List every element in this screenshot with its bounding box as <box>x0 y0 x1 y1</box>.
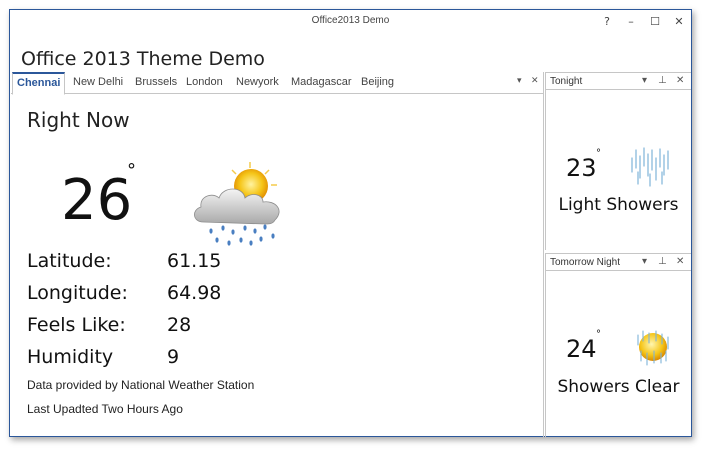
tonight-panel-header[interactable]: Tonight ▾ ⊥ ✕ <box>546 72 691 90</box>
tab-brussels[interactable]: Brussels <box>131 72 181 94</box>
dropdown-icon[interactable]: ▾ <box>642 75 647 86</box>
title-bar[interactable]: Office2013 Demo ? – ☐ ✕ <box>10 10 691 34</box>
feels-like-value: 28 <box>167 314 192 336</box>
pin-icon[interactable]: ⊥ <box>658 75 667 86</box>
maximize-button[interactable]: ☐ <box>647 14 663 30</box>
tomorrow-night-panel-title: Tomorrow Night <box>550 257 621 268</box>
tonight-condition: Light Showers <box>558 195 679 215</box>
document-panel: Chennai New Delhi Brussels London Newyor… <box>11 72 544 437</box>
degree-symbol: ° <box>127 160 136 181</box>
longitude-value: 64.98 <box>167 282 222 304</box>
tomorrow-night-panel-header[interactable]: Tomorrow Night ▾ ⊥ ✕ <box>546 253 691 271</box>
longitude-label: Longitude: <box>27 282 128 304</box>
tab-strip: Chennai New Delhi Brussels London Newyor… <box>11 72 543 95</box>
degree-symbol: ° <box>596 329 601 340</box>
current-temperature: 26 <box>61 168 133 233</box>
section-title: Right Now <box>27 108 130 132</box>
humidity-value: 9 <box>167 346 180 368</box>
data-source-text: Data provided by National Weather Statio… <box>27 378 255 392</box>
app-window: Office2013 Demo ? – ☐ ✕ Office 2013 Them… <box>9 9 692 437</box>
humidity-label: Humidity <box>27 346 114 368</box>
showers-clear-icon <box>632 327 674 374</box>
dropdown-icon[interactable]: ▾ <box>642 256 647 267</box>
window-title: Office2013 Demo <box>311 15 390 26</box>
tab-new-delhi[interactable]: New Delhi <box>69 72 127 94</box>
tonight-temperature: 23 <box>566 154 597 182</box>
tab-chennai[interactable]: Chennai <box>12 72 66 95</box>
close-icon[interactable]: ✕ <box>676 75 684 86</box>
light-showers-icon <box>629 146 673 195</box>
feels-like-label: Feels Like: <box>27 314 126 336</box>
tomorrow-night-panel: Tomorrow Night ▾ ⊥ ✕ 24 ° Showers Clear <box>545 253 691 437</box>
tab-close-icon[interactable]: ✕ <box>531 76 539 86</box>
app-title: Office 2013 Theme Demo <box>21 48 265 70</box>
degree-symbol: ° <box>596 148 601 159</box>
tonight-panel: Tonight ▾ ⊥ ✕ 23 ° Light Showers <box>545 72 691 250</box>
minimize-button[interactable]: – <box>623 14 639 30</box>
tab-madagascar[interactable]: Madagascar <box>287 72 356 94</box>
tonight-panel-title: Tonight <box>550 76 583 87</box>
tab-london[interactable]: London <box>182 72 227 94</box>
latitude-value: 61.15 <box>167 250 222 272</box>
partly-cloudy-rain-icon <box>189 160 289 250</box>
tomorrow-night-temperature: 24 <box>566 335 597 363</box>
latitude-label: Latitude: <box>27 250 112 272</box>
tab-dropdown-icon[interactable]: ▾ <box>517 76 522 86</box>
tab-beijing[interactable]: Beijing <box>357 72 398 94</box>
tomorrow-night-condition: Showers Clear <box>557 377 680 397</box>
last-updated-text: Last Upadted Two Hours Ago <box>27 402 183 416</box>
tab-newyork[interactable]: Newyork <box>232 72 283 94</box>
pin-icon[interactable]: ⊥ <box>658 256 667 267</box>
close-icon[interactable]: ✕ <box>676 256 684 267</box>
help-button[interactable]: ? <box>599 14 615 30</box>
close-button[interactable]: ✕ <box>671 14 687 30</box>
